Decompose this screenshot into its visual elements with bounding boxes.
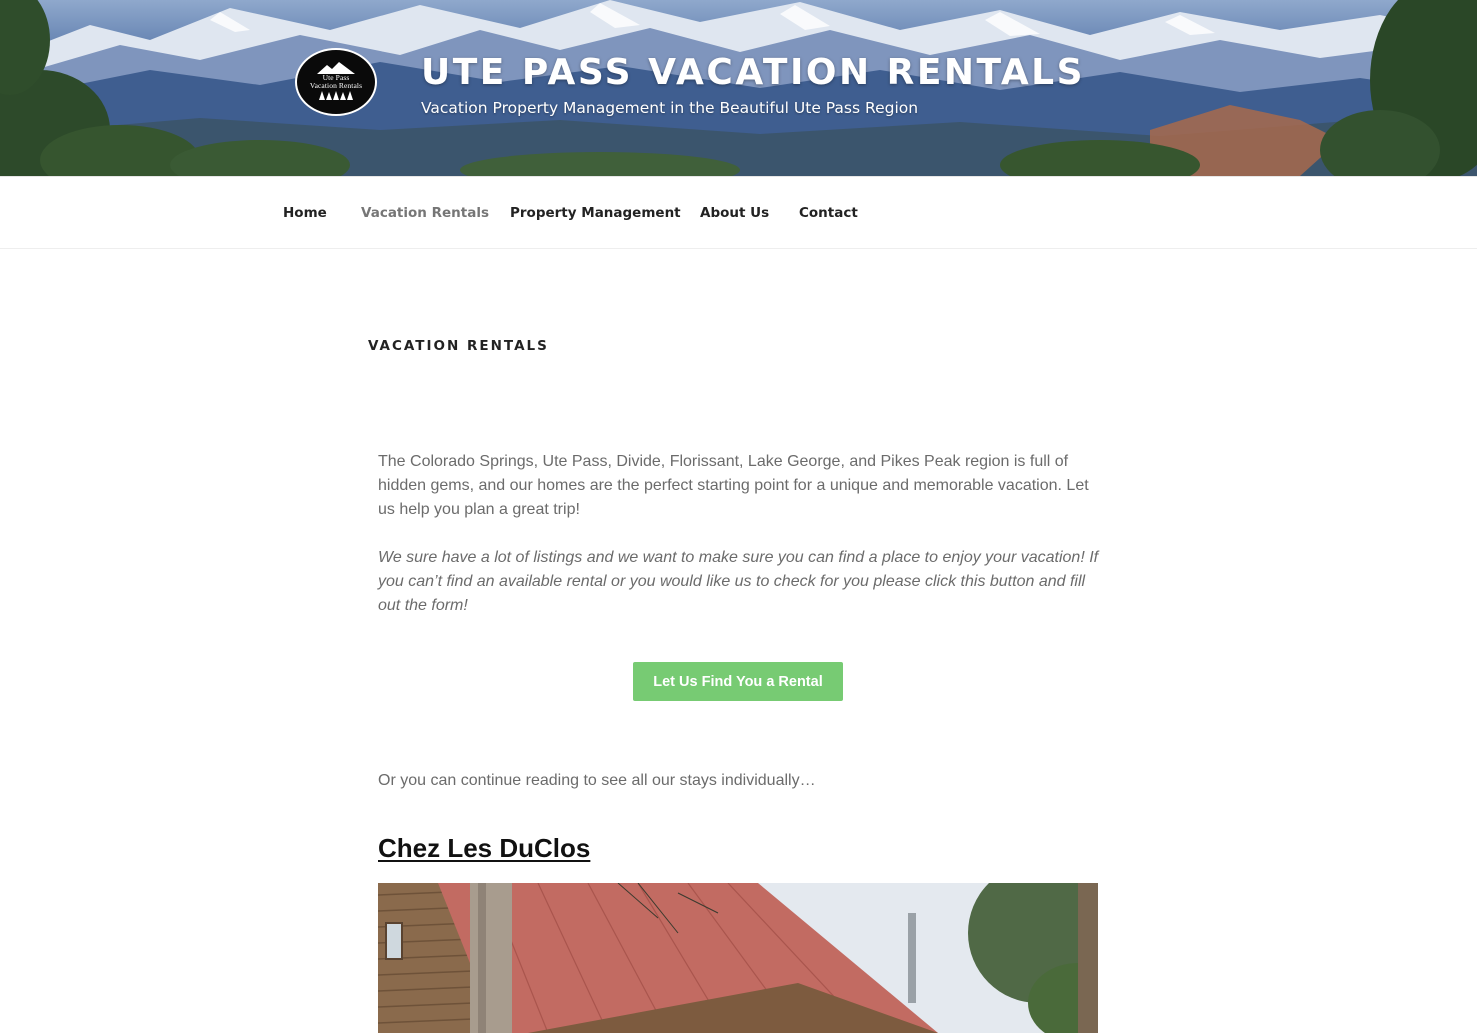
site-tagline: Vacation Property Management in the Beau… [421, 99, 919, 117]
site-title[interactable]: UTE PASS VACATION RENTALS [421, 52, 1085, 93]
find-rental-button[interactable]: Let Us Find You a Rental [633, 662, 843, 701]
logo-trees-icon [319, 91, 353, 100]
listing-title-link[interactable]: Chez Les DuClos [378, 833, 590, 864]
nav-item-vacation-rentals[interactable]: Vacation Rentals [361, 205, 489, 221]
continue-reading-text: Or you can continue reading to see all o… [378, 772, 816, 789]
listing-photo[interactable] [378, 883, 1098, 1033]
nav-item-property-management[interactable]: Property Management [510, 205, 681, 221]
site-logo[interactable]: Ute Pass Vacation Rentals [295, 48, 377, 116]
nav-item-about-us[interactable]: About Us [700, 205, 769, 221]
main-navigation: Home Vacation Rentals Property Managemen… [0, 176, 1477, 249]
note-paragraph: We sure have a lot of listings and we wa… [378, 549, 1099, 614]
page-title: VACATION RENTALS [368, 338, 549, 354]
intro-paragraph: The Colorado Springs, Ute Pass, Divide, … [378, 453, 1089, 518]
logo-text-line2: Vacation Rentals [309, 81, 363, 90]
nav-item-contact[interactable]: Contact [799, 205, 858, 221]
nav-item-home[interactable]: Home [283, 205, 327, 221]
site-header: Ute Pass Vacation Rentals UTE PASS VACAT… [0, 0, 1477, 176]
listing-house-image [378, 883, 1098, 1033]
